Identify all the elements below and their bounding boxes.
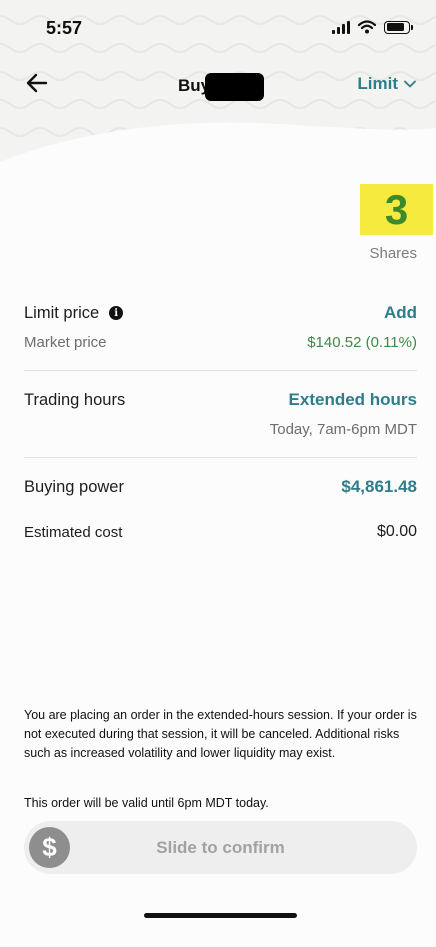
trading-hours-detail: Today, 7am-6pm MDT — [269, 421, 417, 438]
trading-hours-detail-row: Today, 7am-6pm MDT — [24, 421, 417, 438]
info-icon[interactable]: i — [109, 306, 124, 320]
market-price-value: $140.52 (0.11%) — [307, 334, 417, 351]
back-arrow-icon[interactable] — [24, 70, 50, 96]
extended-hours-disclaimer: You are placing an order in the extended… — [24, 708, 417, 760]
share-quantity-input[interactable]: 3 — [360, 184, 433, 235]
estimated-cost-row: Estimated cost $0.00 — [24, 523, 417, 541]
navigation-bar: Buy Limit — [0, 64, 436, 108]
add-limit-price-button[interactable]: Add — [384, 303, 417, 323]
market-price-row: Market price $140.52 (0.11%) — [24, 334, 417, 351]
order-validity-note: This order will be valid until 6pm MDT t… — [24, 796, 269, 810]
buying-power-label: Buying power — [24, 477, 124, 496]
status-time: 5:57 — [46, 18, 83, 38]
chevron-down-icon — [404, 80, 416, 88]
cellular-signal-icon — [332, 20, 350, 34]
trading-hours-row: Trading hours Extended hours — [24, 390, 417, 410]
trading-hours-label: Trading hours — [24, 390, 126, 409]
market-price-label: Market price — [24, 334, 107, 351]
limit-price-row: Limit price i Add — [24, 303, 417, 323]
redacted-ticker — [205, 73, 264, 101]
order-type-label: Limit — [357, 74, 398, 93]
battery-icon — [384, 20, 413, 34]
trading-hours-selector[interactable]: Extended hours — [289, 390, 417, 410]
divider — [24, 370, 417, 371]
divider — [24, 457, 417, 458]
slide-to-confirm-slider[interactable]: $ Slide to confirm — [24, 821, 417, 874]
wifi-icon — [358, 20, 376, 34]
status-bar: 5:57 — [0, 0, 436, 56]
share-unit-label: Shares — [369, 245, 417, 262]
share-quantity-value: 3 — [384, 185, 409, 233]
slide-to-confirm-label: Slide to confirm — [156, 838, 285, 857]
home-indicator[interactable] — [144, 913, 297, 918]
estimated-cost-value: $0.00 — [376, 523, 417, 540]
buying-power-row: Buying power $4,861.48 — [24, 477, 417, 497]
status-icons — [332, 20, 413, 34]
limit-price-label: Limit price — [24, 303, 100, 322]
estimated-cost-label: Estimated cost — [24, 523, 123, 541]
buying-power-value[interactable]: $4,861.48 — [341, 477, 417, 497]
order-type-dropdown[interactable]: Limit — [357, 74, 416, 94]
